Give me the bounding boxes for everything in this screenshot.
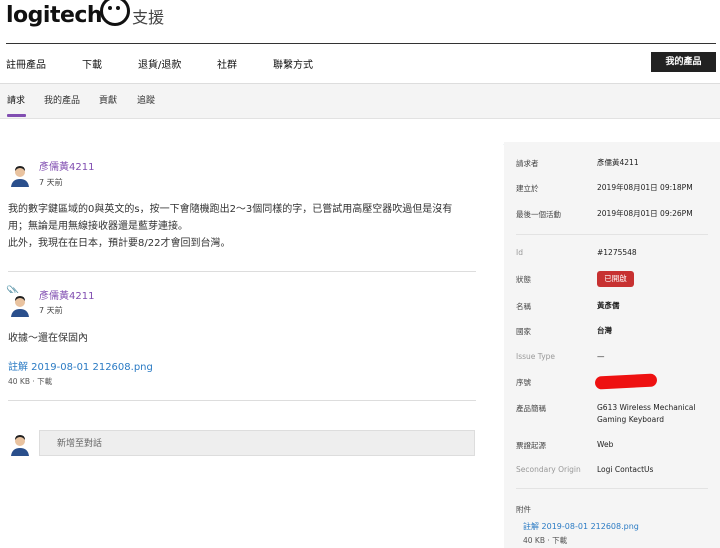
sidebar-attachment-link[interactable]: 註解 2019-08-01 212608.png (523, 521, 639, 532)
source-label: 票證起源 (516, 441, 546, 450)
id-label: Id (516, 248, 523, 257)
attachment-link[interactable]: 註解 2019-08-01 212608.png (8, 358, 153, 373)
sidebar-divider (516, 234, 708, 235)
name-value: 黃彥儒 (597, 301, 620, 310)
nav-downloads[interactable]: 下載 (82, 52, 102, 80)
product-line: Gaming Keyboard (597, 415, 664, 424)
source-value: Web (597, 440, 614, 449)
country-value: 台灣 (597, 326, 612, 335)
logo-wordmark: logitech (6, 3, 103, 28)
reply-input[interactable]: 新增至對話 (39, 430, 475, 456)
comment-body: 我的數字鍵區域的0與英文的s，按一下會隨機跑出2～3個同樣的字，已嘗試用高壓空器… (8, 201, 478, 252)
comment-line: 此外，我現在在日本，預計要8/22才會回到台灣。 (8, 238, 231, 249)
last-activity-value: 2019年08月01日 09:26PM (597, 209, 693, 218)
product-line: G613 Wireless Mechanical (597, 403, 696, 412)
product-value: G613 Wireless Mechanical Gaming Keyboard (597, 402, 695, 426)
comment-time: 7 天前 (39, 306, 63, 315)
comment-divider (8, 271, 476, 272)
created-value: 2019年08月01日 09:18PM (597, 183, 693, 192)
last-activity-label: 最後一個活動 (516, 210, 561, 219)
logo-suffix: 支援 (132, 8, 165, 27)
comment-time: 7 天前 (39, 178, 63, 187)
sub-navigation: 請求 我的產品 貢獻 追蹤 (0, 84, 720, 119)
id-value: #1275548 (597, 248, 637, 257)
logitech-logo[interactable]: logitech 支援 (6, 0, 165, 30)
comment-line: 我的數字鍵區域的0與英文的s，按一下會隨機跑出2～3個同樣的字，已嘗試用高壓空器… (8, 204, 453, 215)
requester-label: 請求者 (516, 159, 539, 168)
serial-redaction-mark (594, 373, 658, 390)
tab-contributions[interactable]: 貢獻 (99, 84, 117, 118)
header-divider (6, 43, 716, 44)
issue-type-label: Issue Type (516, 352, 556, 361)
issue-type-value: — (597, 352, 605, 361)
top-navigation: 註冊產品 下載 退貨/退款 社群 聯繫方式 (6, 52, 720, 80)
secondary-origin-value: Logi ContactUs (597, 465, 654, 474)
sidebar-divider (516, 488, 708, 489)
status-label: 狀態 (516, 275, 531, 284)
active-tab-indicator (7, 114, 26, 117)
comment-line: 用；無論是用無線接收器還是藍芽連接。 (8, 221, 188, 232)
sidebar-attachment-meta: 40 KB · 下載 (523, 535, 567, 546)
status-badge: 已開啟 (597, 271, 634, 287)
attachment-meta: 40 KB · 下載 (8, 376, 52, 387)
comment-author[interactable]: 彥儒黃4211 (39, 287, 94, 302)
attachment-size: 40 KB (523, 536, 545, 545)
my-products-button[interactable]: 我的產品 (651, 52, 716, 72)
attachments-label: 附件 (516, 505, 531, 514)
user-avatar-icon (8, 432, 32, 456)
comment-author[interactable]: 彥儒黃4211 (39, 158, 94, 173)
serial-label: 序號 (516, 378, 531, 387)
created-label: 建立於 (516, 184, 539, 193)
attachment-download-link[interactable]: 下載 (552, 536, 567, 545)
nav-contact[interactable]: 聯繫方式 (273, 52, 313, 80)
comment-body: 收據～還在保固內 (8, 333, 88, 344)
tab-requests[interactable]: 請求 (7, 84, 25, 118)
nav-community[interactable]: 社群 (217, 52, 237, 80)
tab-my-products[interactable]: 我的產品 (44, 84, 80, 118)
attachment-size: 40 KB (8, 377, 30, 386)
tab-following[interactable]: 追蹤 (137, 84, 155, 118)
country-label: 國家 (516, 327, 531, 336)
nav-returns[interactable]: 退貨/退款 (138, 52, 181, 80)
product-label: 產品簡稱 (516, 404, 546, 413)
requester-value: 彥儒黃4211 (597, 158, 639, 167)
attachment-download-link[interactable]: 下載 (37, 377, 52, 386)
name-label: 名稱 (516, 302, 531, 311)
nav-register-product[interactable]: 註冊產品 (6, 52, 46, 80)
secondary-origin-label: Secondary Origin (516, 465, 581, 474)
user-avatar-icon (8, 293, 32, 317)
logi-mascot-icon (100, 0, 131, 26)
comment-divider (8, 400, 476, 401)
user-avatar-icon (8, 163, 32, 187)
request-details-sidebar: 請求者 彥儒黃4211 建立於 2019年08月01日 09:18PM 最後一個… (504, 142, 720, 548)
